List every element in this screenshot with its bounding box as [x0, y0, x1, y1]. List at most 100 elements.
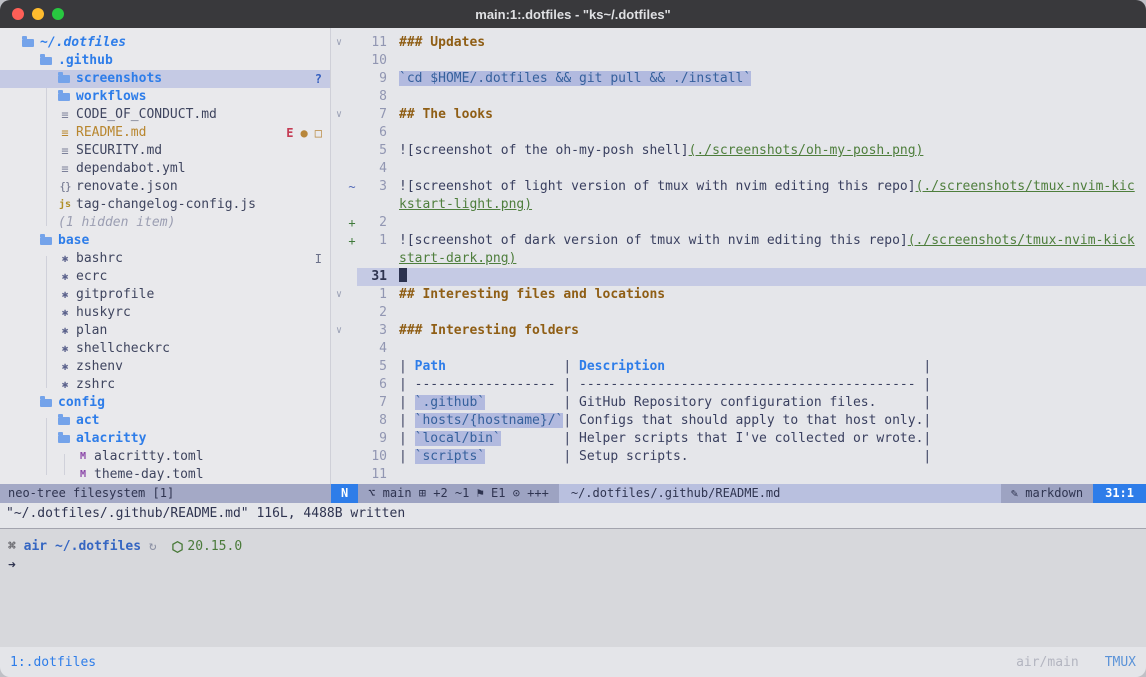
editor-line[interactable]: 9`cd $HOME/.dotfiles && git pull && ./in…: [331, 70, 1146, 88]
tree-folder[interactable]: alacritty: [0, 430, 330, 448]
tree-folder[interactable]: ~/.dotfiles: [0, 34, 330, 52]
editor-line[interactable]: start-dark.png): [331, 250, 1146, 268]
editor-line[interactable]: 10: [331, 52, 1146, 70]
editor-line[interactable]: ~3![screenshot of light version of tmux …: [331, 178, 1146, 196]
fold-column: [331, 52, 347, 70]
line-text: ## The looks: [399, 106, 1146, 124]
editor-line[interactable]: kstart-light.png): [331, 196, 1146, 214]
tree-folder[interactable]: base: [0, 232, 330, 250]
doc-icon: ≡: [58, 124, 72, 142]
line-number: 9: [357, 430, 399, 448]
tree-folder[interactable]: screenshots?: [0, 70, 330, 88]
line-segment: ## The looks: [399, 107, 493, 122]
tree-item[interactable]: ≡dependabot.yml: [0, 160, 330, 178]
mode-indicator: N: [331, 484, 358, 503]
zoom-window-button[interactable]: [52, 8, 64, 20]
editor-line[interactable]: 6| ------------------ | ----------------…: [331, 376, 1146, 394]
git-modified-dot-icon: ●: [301, 124, 308, 142]
fold-column: [331, 160, 347, 178]
line-segment: ## Interesting files and locations: [399, 287, 665, 302]
titlebar: main:1:.dotfiles - "ks~/.dotfiles": [0, 0, 1146, 28]
tree-folder[interactable]: workflows: [0, 88, 330, 106]
editor-line[interactable]: 4: [331, 340, 1146, 358]
line-number: 7: [357, 106, 399, 124]
line-number: 1: [357, 286, 399, 304]
tmux-label: TMUX: [1105, 655, 1136, 670]
editor-line[interactable]: +1![screenshot of dark version of tmux w…: [331, 232, 1146, 250]
close-window-button[interactable]: [12, 8, 24, 20]
tree-item-marks: I: [315, 250, 322, 268]
tree-item[interactable]: ✱zshrc: [0, 376, 330, 394]
editor-line[interactable]: +2: [331, 214, 1146, 232]
editor-line[interactable]: ∨1## Interesting files and locations: [331, 286, 1146, 304]
sign-column: [347, 358, 357, 376]
refresh-icon: ↻: [149, 537, 157, 556]
editor-line[interactable]: 2: [331, 304, 1146, 322]
tree-item[interactable]: ≡README.mdE●□: [0, 124, 330, 142]
nvim-pane: ~/.dotfiles.githubscreenshots?workflows≡…: [0, 28, 1146, 528]
tmux-session-label: air/main: [1016, 655, 1079, 670]
tree-item[interactable]: Malacritty.toml: [0, 448, 330, 466]
tree-item[interactable]: ✱huskyrc: [0, 304, 330, 322]
tree-item[interactable]: ≡CODE_OF_CONDUCT.md: [0, 106, 330, 124]
editor-line[interactable]: 9| `local/bin` | Helper scripts that I'v…: [331, 430, 1146, 448]
tree-item[interactable]: jstag-changelog-config.js: [0, 196, 330, 214]
git-untracked-badge: ?: [315, 70, 322, 88]
line-number: 5: [357, 142, 399, 160]
editor-line[interactable]: 8| `hosts/{hostname}/`| Configs that sho…: [331, 412, 1146, 430]
tree-item[interactable]: {}renovate.json: [0, 178, 330, 196]
editor-line[interactable]: 5| Path | Description |: [331, 358, 1146, 376]
tree-item-label: act: [76, 412, 99, 430]
tmux-window-label[interactable]: 1:.dotfiles: [10, 655, 96, 670]
editor-line[interactable]: ∨11### Updates: [331, 34, 1146, 52]
editor-line[interactable]: 5![screenshot of the oh-my-posh shell](.…: [331, 142, 1146, 160]
editor-line[interactable]: 31: [331, 268, 1146, 286]
minimize-window-button[interactable]: [32, 8, 44, 20]
editor-line[interactable]: 7| `.github` | GitHub Repository configu…: [331, 394, 1146, 412]
line-body: 1## Interesting files and locations: [357, 286, 1146, 304]
editor-line[interactable]: ∨7## The looks: [331, 106, 1146, 124]
line-text: | `hosts/{hostname}/`| Configs that shou…: [399, 412, 1146, 430]
tree-item[interactable]: ✱plan: [0, 322, 330, 340]
command-line-message: "~/.dotfiles/.github/README.md" 116L, 44…: [0, 503, 1146, 528]
tree-folder[interactable]: act: [0, 412, 330, 430]
line-segment: start-dark.png): [399, 251, 516, 266]
line-text: [399, 268, 1146, 286]
tree-folder[interactable]: .github: [0, 52, 330, 70]
editor-line[interactable]: 4: [331, 160, 1146, 178]
node-version: 20.15.0: [172, 537, 242, 556]
sign-column: [347, 250, 357, 268]
tree-folder[interactable]: config: [0, 394, 330, 412]
tree-item[interactable]: ✱shellcheckrc: [0, 340, 330, 358]
tree-item[interactable]: ✱zshenv: [0, 358, 330, 376]
line-body: 6| ------------------ | ----------------…: [357, 376, 1146, 394]
line-number: 31: [357, 268, 399, 286]
sign-column: [347, 322, 357, 340]
line-body: 2: [357, 304, 1146, 322]
fold-column: [331, 304, 347, 322]
line-number: 4: [357, 160, 399, 178]
fold-column: [331, 376, 347, 394]
shell-pane[interactable]: ⌘ air ~/.dotfiles ↻ 20.15.0 ➜: [0, 528, 1146, 647]
tree-item-label: base: [58, 232, 89, 250]
editor-line[interactable]: 11: [331, 466, 1146, 484]
tree-item[interactable]: (1 hidden item): [0, 214, 330, 232]
editor-line[interactable]: 10| `scripts` | Setup scripts. |: [331, 448, 1146, 466]
tree-item[interactable]: Mtheme-day.toml: [0, 466, 330, 484]
tree-item[interactable]: ✱bashrcI: [0, 250, 330, 268]
filename-segment: ~/.dotfiles/.github/README.md: [559, 484, 1001, 503]
line-text: [399, 304, 1146, 322]
editor-line[interactable]: 6: [331, 124, 1146, 142]
line-text: [399, 214, 1146, 232]
editor-buffer[interactable]: ∨11### Updates109`cd $HOME/.dotfiles && …: [331, 28, 1146, 484]
line-number: 5: [357, 358, 399, 376]
editor-line[interactable]: ∨3### Interesting folders: [331, 322, 1146, 340]
tree-item[interactable]: ✱gitprofile: [0, 286, 330, 304]
error-badge: E: [286, 124, 293, 142]
tree-item[interactable]: ≡SECURITY.md: [0, 142, 330, 160]
line-body: start-dark.png): [357, 250, 1146, 268]
line-number: 8: [357, 88, 399, 106]
tree-item-label: alacritty.toml: [94, 448, 204, 466]
editor-line[interactable]: 8: [331, 88, 1146, 106]
tree-item[interactable]: ✱ecrc: [0, 268, 330, 286]
